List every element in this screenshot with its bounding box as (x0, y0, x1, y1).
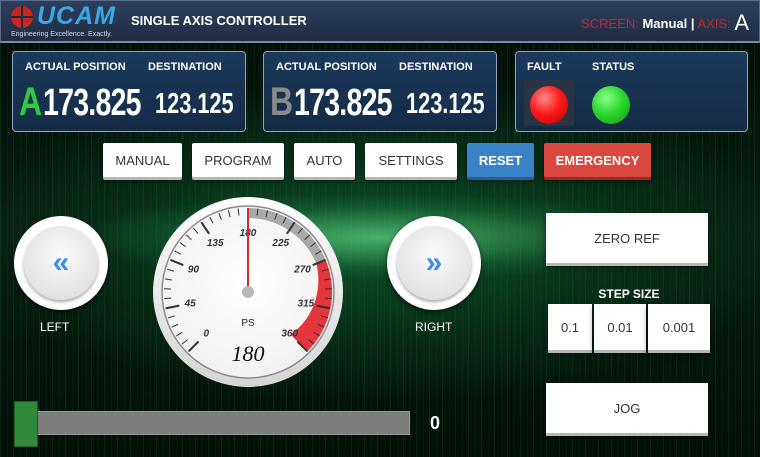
step-size-option-0-1[interactable]: 0.1 (548, 304, 592, 350)
axis-b-actual-position: 173.825 (294, 82, 393, 124)
actual-position-label: ACTUAL POSITION (25, 61, 126, 73)
gauge-tick-label: 45 (184, 299, 197, 310)
gauge-minor-tick (324, 297, 332, 300)
screen-info: SCREEN: Manual | AXIS: A (581, 8, 749, 35)
double-chevron-left-icon: « (24, 226, 98, 300)
indicator-panel: FAULT STATUS (515, 51, 748, 132)
position-gauge: 04590135180225270315360 PS 180 (153, 197, 343, 387)
logo-mark-icon (11, 6, 33, 28)
settings-button[interactable]: SETTINGS (365, 143, 457, 177)
gauge-minor-tick (164, 297, 172, 300)
gauge-value: 180 (232, 341, 265, 366)
axis-a-destination: 123.125 (155, 88, 234, 120)
slider-value: 0 (430, 413, 441, 433)
left-label: LEFT (40, 320, 70, 334)
ucam-logo: UCAM Engineering Excellence. Exactly. (9, 2, 127, 40)
fault-label: FAULT (527, 61, 562, 73)
emergency-button[interactable]: EMERGENCY (544, 143, 651, 177)
gauge-tick-label: 135 (207, 238, 224, 249)
destination-label: DESTINATION (399, 61, 473, 73)
gauge-tick-label: 315 (298, 299, 315, 310)
status-label: STATUS (592, 61, 635, 73)
axis-value: A (734, 10, 749, 35)
axis-b-destination: 123.125 (406, 88, 485, 120)
app-title: SINGLE AXIS CONTROLLER (131, 13, 307, 28)
speed-slider-track[interactable] (14, 411, 410, 435)
zero-ref-button[interactable]: ZERO REF (546, 213, 708, 263)
axis-a-actual-position: 173.825 (43, 82, 142, 124)
step-size-option-0-01[interactable]: 0.01 (594, 304, 646, 350)
gauge-tick-label: 360 (281, 329, 298, 340)
logo-tagline: Engineering Excellence. Exactly. (11, 31, 113, 38)
status-indicator-light (592, 86, 630, 124)
double-chevron-right-icon: » (397, 226, 471, 300)
jog-left-button[interactable]: « (14, 216, 108, 310)
screen-value: Manual (642, 16, 688, 31)
logo-brand: UCAM (37, 2, 116, 30)
screen-label: SCREEN: (581, 16, 639, 31)
axis-b-panel: ACTUAL POSITION DESTINATION B 173.825 12… (263, 51, 497, 132)
speed-slider-handle[interactable] (14, 401, 38, 447)
jog-button[interactable]: JOG (546, 383, 708, 433)
axis-label: AXIS: (697, 16, 731, 31)
right-label: RIGHT (415, 320, 453, 334)
gauge-tick-label: 0 (203, 329, 209, 340)
jog-right-button[interactable]: » (387, 216, 481, 310)
axis-b-letter: B (270, 80, 294, 124)
header-bar: UCAM Engineering Excellence. Exactly. SI… (0, 0, 760, 43)
gauge-hub (242, 286, 254, 298)
separator: | (690, 16, 695, 31)
actual-position-label: ACTUAL POSITION (276, 61, 377, 73)
manual-button[interactable]: MANUAL (103, 143, 182, 177)
auto-button[interactable]: AUTO (294, 143, 355, 177)
gauge-tick-label: 270 (293, 264, 311, 275)
gauge-tick-label: 90 (188, 264, 200, 275)
reset-button[interactable]: RESET (467, 143, 534, 177)
destination-label: DESTINATION (148, 61, 222, 73)
fault-indicator-light (530, 86, 568, 124)
axis-a-panel: ACTUAL POSITION DESTINATION A 173.825 12… (12, 51, 246, 132)
program-button[interactable]: PROGRAM (192, 143, 284, 177)
step-size-option-0-001[interactable]: 0.001 (648, 304, 710, 350)
gauge-unit: PS (241, 318, 255, 329)
step-size-label: STEP SIZE (598, 287, 660, 301)
gauge-tick-label: 225 (271, 238, 289, 249)
axis-a-letter: A (19, 80, 43, 124)
